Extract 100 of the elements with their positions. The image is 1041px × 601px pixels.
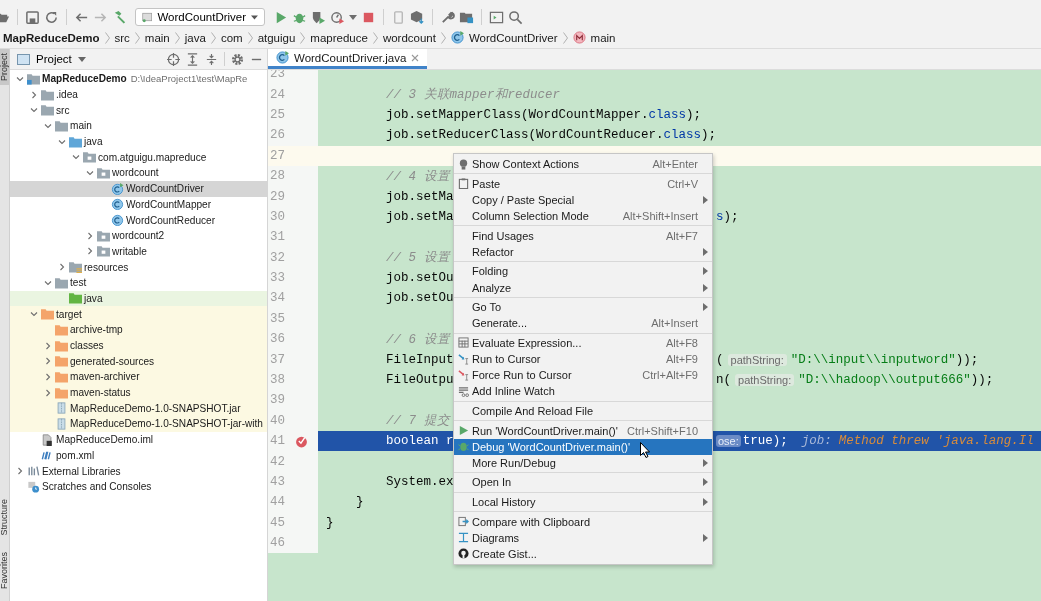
chevron-icon[interactable] [43, 372, 52, 381]
caret-icon[interactable] [349, 14, 357, 20]
search-icon[interactable] [508, 9, 523, 25]
tree-item-label: MapReduceDemo [42, 73, 127, 85]
menu-item[interactable]: Compare with Clipboard [454, 513, 712, 530]
tree-row[interactable]: MapReduceDemo.iml [10, 431, 267, 448]
menu-item[interactable]: Add Inline Watch [454, 383, 712, 400]
tree-row[interactable]: java [10, 290, 267, 307]
menu-item[interactable]: More Run/Debug [454, 454, 712, 471]
tree-row[interactable]: src [10, 102, 267, 119]
tree-row[interactable]: WordCountDriver [10, 180, 267, 197]
menu-item[interactable]: Debug 'WordCountDriver.main()' [454, 438, 712, 455]
chevron-icon[interactable] [57, 263, 66, 272]
chevron-icon [134, 31, 140, 44]
chevron-icon[interactable] [43, 357, 52, 366]
tree-row[interactable]: MapReduceDemo-1.0-SNAPSHOT.jar [10, 400, 267, 417]
editor-tab[interactable]: WordCountDriver.java [268, 49, 428, 69]
project-view-dropdown[interactable]: Project [10, 53, 86, 65]
menu-item[interactable]: Folding [454, 263, 712, 280]
chevron-icon[interactable] [29, 106, 38, 115]
tree-row[interactable]: com.atguigu.mapreduce [10, 149, 267, 166]
menu-item[interactable]: Compile And Reload File [454, 402, 712, 420]
gauge-run-icon[interactable] [330, 9, 345, 25]
tree-row[interactable]: java [10, 133, 267, 150]
chevron-icon[interactable] [43, 388, 52, 397]
tree-row[interactable]: MapReduceDemo-1.0-SNAPSHOT-jar-with [10, 416, 267, 432]
terminal-icon[interactable] [489, 9, 504, 25]
breadcrumb-item[interactable]: mapreduce [310, 31, 368, 44]
tree-row[interactable]: maven-archiver [10, 369, 267, 385]
chevron-icon[interactable] [71, 153, 80, 162]
menu-item[interactable]: Run to Cursor Alt+F9 [454, 350, 712, 368]
tree-row[interactable]: writable [10, 243, 267, 260]
wrench-icon[interactable] [440, 9, 455, 25]
tree-row[interactable]: test [10, 274, 267, 291]
code-text: true); [742, 434, 788, 449]
breadcrumb-item[interactable]: main [144, 31, 170, 44]
run-configuration-dropdown[interactable]: WordCountDriver [135, 8, 265, 26]
breadcrumb-item[interactable]: src [114, 31, 130, 44]
collapse-all-icon[interactable] [205, 52, 218, 66]
chevron-icon[interactable] [57, 137, 66, 146]
tree-row[interactable]: External Libraries [10, 463, 267, 479]
tree-row[interactable]: archive-tmp [10, 322, 267, 338]
breadcrumb-item[interactable]: atguigu [257, 31, 296, 44]
tree-row[interactable]: WordCountMapper [10, 196, 267, 213]
menu-item[interactable]: Run 'WordCountDriver.main()' Ctrl+Shift+F10 [454, 422, 712, 439]
tree-row[interactable]: Scratches and Consoles [10, 478, 267, 495]
menu-item[interactable]: Local History [454, 493, 712, 511]
chevron-icon[interactable] [85, 168, 94, 177]
breadcrumb-item[interactable]: main [590, 31, 616, 44]
chevron-icon[interactable] [85, 247, 94, 256]
tree-row[interactable]: wordcount2 [10, 227, 267, 244]
chevron-icon[interactable] [43, 278, 52, 287]
tree-row[interactable]: pom.xml [10, 447, 267, 464]
menu-item[interactable]: Generate... Alt+Insert [454, 315, 712, 332]
menu-item[interactable]: Paste Ctrl+V [454, 175, 712, 192]
menu-item[interactable]: Find Usages Alt+F7 [454, 227, 712, 244]
breadcrumb-item[interactable]: WordCountDriver [468, 31, 558, 44]
chevron-icon[interactable] [29, 90, 38, 99]
tree-row[interactable]: .idea [10, 86, 267, 103]
tree-row[interactable]: target [10, 306, 267, 322]
shield-run-icon[interactable] [311, 9, 326, 25]
menu-item[interactable]: Diagrams [454, 529, 712, 546]
tree-row[interactable]: main [10, 118, 267, 134]
cube-icon[interactable] [410, 9, 425, 25]
hammer-icon[interactable] [112, 9, 127, 25]
menu-item[interactable]: Create Gist... [454, 545, 712, 563]
chevron-icon[interactable] [43, 341, 52, 350]
tree-row[interactable]: generated-sources [10, 353, 267, 370]
save-icon[interactable] [25, 9, 40, 25]
menu-item[interactable]: Column Selection Mode Alt+Shift+Insert [454, 207, 712, 225]
chevron-icon[interactable] [15, 467, 24, 476]
breadcrumb-item[interactable]: com [220, 31, 243, 44]
breadcrumb-item[interactable]: MapReduceDemo [3, 31, 100, 44]
menu-item[interactable]: Copy / Paste Special [454, 191, 712, 208]
tree-row[interactable]: wordcount [10, 165, 267, 181]
menu-item[interactable]: Go To [454, 299, 712, 316]
tree-row[interactable]: WordCountReducer [10, 212, 267, 228]
sync-icon[interactable] [44, 9, 59, 25]
breakpoint-icon[interactable] [295, 434, 308, 448]
menu-item[interactable]: Show Context Actions Alt+Enter [454, 156, 712, 173]
menu-item[interactable]: Force Run to Cursor Ctrl+Alt+F9 [454, 367, 712, 384]
menu-item[interactable]: Evaluate Expression... Alt+F8 [454, 334, 712, 351]
expand-all-icon[interactable] [186, 52, 199, 66]
breadcrumb-item[interactable]: java [184, 31, 206, 44]
module-icon [27, 72, 40, 85]
chevron-icon[interactable] [43, 121, 52, 130]
tree-row[interactable]: MapReduceDemo D:\IdeaProject1\test\MapRe [10, 71, 267, 87]
crosshair-icon[interactable] [167, 52, 180, 66]
close-icon[interactable] [411, 53, 420, 62]
menu-item[interactable]: Analyze [454, 279, 712, 296]
tree-row[interactable]: resources [10, 259, 267, 275]
menu-item[interactable]: Open In [454, 474, 712, 491]
line-number: 32 [269, 250, 285, 265]
menu-item[interactable]: Refactor [454, 243, 712, 260]
chevron-icon[interactable] [85, 231, 94, 240]
settings-icon[interactable] [231, 52, 244, 66]
chevron-icon[interactable] [29, 310, 38, 319]
chevron-icon[interactable] [15, 74, 24, 83]
breadcrumb-item[interactable]: wordcount [382, 31, 436, 44]
method-icon [572, 31, 586, 44]
